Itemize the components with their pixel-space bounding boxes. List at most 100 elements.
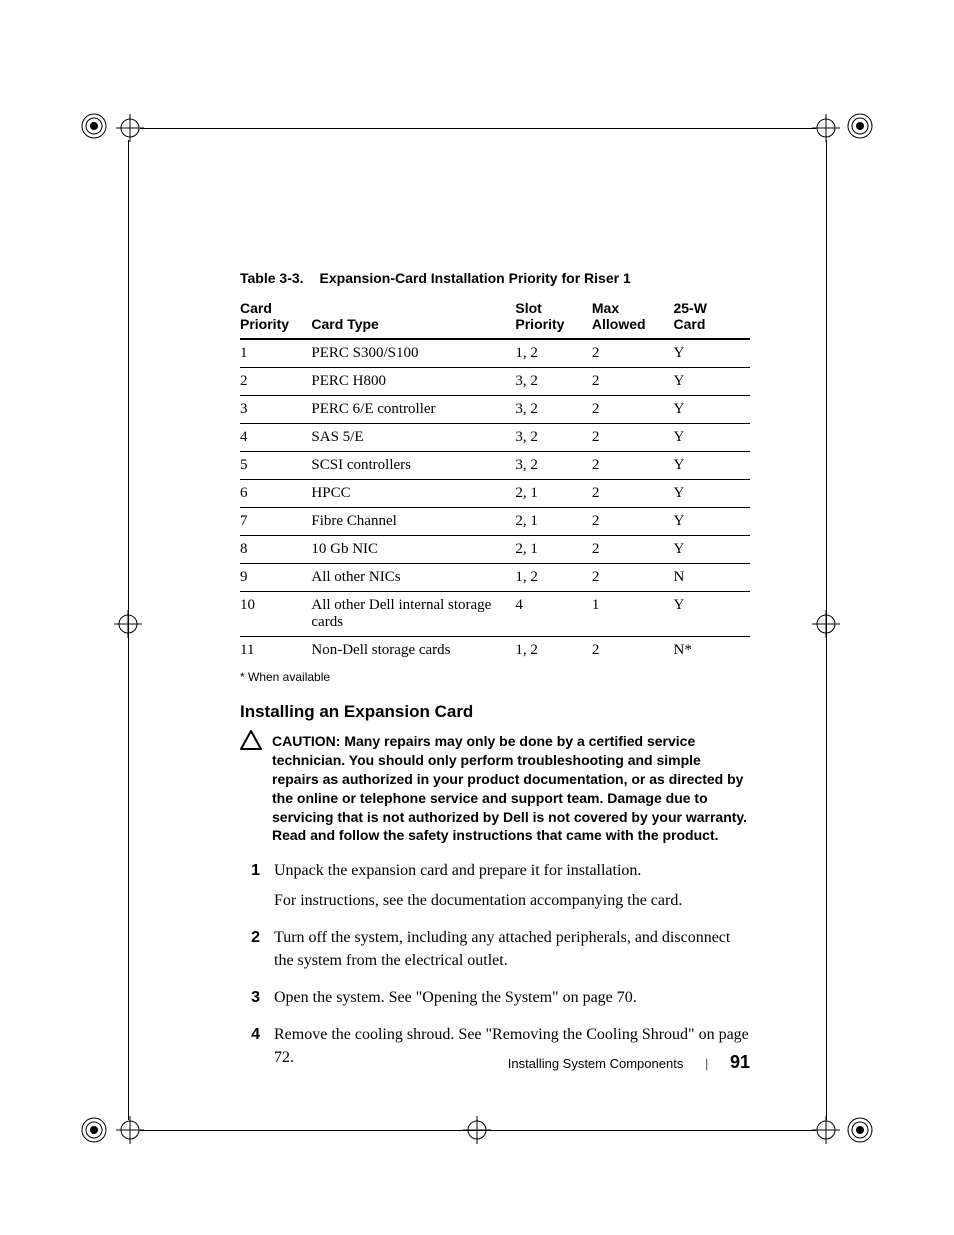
cell-priority: 6 — [240, 480, 311, 508]
caption-number: Table 3-3. — [240, 270, 304, 286]
cell-max: 2 — [592, 536, 674, 564]
bullseye-icon — [80, 1116, 108, 1144]
step-number: 2 — [240, 926, 260, 978]
cell-slot: 1, 2 — [515, 564, 592, 592]
cell-priority: 8 — [240, 536, 311, 564]
table-row: 2PERC H8003, 22Y — [240, 368, 750, 396]
crosshair-icon — [114, 610, 142, 638]
cell-max: 1 — [592, 592, 674, 637]
cell-type: Non-Dell storage cards — [311, 637, 515, 665]
cell-type: PERC H800 — [311, 368, 515, 396]
table-footnote: * When available — [240, 670, 750, 684]
step-list: 1 Unpack the expansion card and prepare i… — [240, 859, 750, 1075]
cell-type: All other NICs — [311, 564, 515, 592]
th-type: Card Type — [311, 296, 515, 339]
cell-type: SAS 5/E — [311, 424, 515, 452]
th-max: Max Allowed — [592, 296, 674, 339]
cell-w25: Y — [673, 339, 750, 368]
bullseye-icon — [846, 1116, 874, 1144]
crosshair-icon — [116, 1116, 144, 1144]
cell-slot: 3, 2 — [515, 452, 592, 480]
table-row: 5SCSI controllers3, 22Y — [240, 452, 750, 480]
table-row: 9All other NICs1, 22N — [240, 564, 750, 592]
step-text: Unpack the expansion card and prepare it… — [274, 859, 682, 882]
footer-separator: | — [705, 1056, 708, 1071]
table-row: 11Non-Dell storage cards1, 22N* — [240, 637, 750, 665]
cell-type: HPCC — [311, 480, 515, 508]
cell-slot: 3, 2 — [515, 424, 592, 452]
crosshair-icon — [463, 1116, 491, 1144]
cell-max: 2 — [592, 424, 674, 452]
cell-max: 2 — [592, 396, 674, 424]
section-heading: Installing an Expansion Card — [240, 702, 750, 722]
step-text: For instructions, see the documentation … — [274, 889, 682, 912]
step-number: 3 — [240, 986, 260, 1015]
step-body: Unpack the expansion card and prepare it… — [274, 859, 682, 917]
table-caption: Table 3-3.Expansion-Card Installation Pr… — [240, 270, 750, 286]
caution-icon — [240, 730, 262, 845]
cell-priority: 11 — [240, 637, 311, 665]
cell-slot: 3, 2 — [515, 396, 592, 424]
cell-priority: 3 — [240, 396, 311, 424]
crop-line-top — [140, 128, 816, 129]
cell-priority: 2 — [240, 368, 311, 396]
cell-w25: Y — [673, 368, 750, 396]
list-item: 1 Unpack the expansion card and prepare i… — [240, 859, 750, 917]
cell-max: 2 — [592, 637, 674, 665]
list-item: 3 Open the system. See "Opening the Syste… — [240, 986, 750, 1015]
bullseye-icon — [846, 112, 874, 140]
th-priority: Card Priority — [240, 296, 311, 339]
cell-slot: 4 — [515, 592, 592, 637]
table-row: 10All other Dell internal storage cards4… — [240, 592, 750, 637]
cell-slot: 2, 1 — [515, 508, 592, 536]
cell-w25: N — [673, 564, 750, 592]
crosshair-icon — [116, 114, 144, 142]
table-row: 4SAS 5/E3, 22Y — [240, 424, 750, 452]
cell-w25: Y — [673, 424, 750, 452]
cell-w25: Y — [673, 452, 750, 480]
cell-type: All other Dell internal storage cards — [311, 592, 515, 637]
cell-w25: Y — [673, 536, 750, 564]
footer-section: Installing System Components — [508, 1056, 684, 1071]
caution-text: CAUTION: Many repairs may only be done b… — [272, 732, 750, 845]
cell-w25: Y — [673, 396, 750, 424]
th-25w: 25-W Card — [673, 296, 750, 339]
table-row: 1PERC S300/S1001, 22Y — [240, 339, 750, 368]
caution-label: CAUTION: — [272, 733, 340, 749]
cell-type: 10 Gb NIC — [311, 536, 515, 564]
table-row: 3PERC 6/E controller3, 22Y — [240, 396, 750, 424]
crosshair-icon — [812, 610, 840, 638]
cell-priority: 9 — [240, 564, 311, 592]
page-number: 91 — [730, 1052, 750, 1072]
cell-priority: 1 — [240, 339, 311, 368]
cell-max: 2 — [592, 452, 674, 480]
cell-slot: 3, 2 — [515, 368, 592, 396]
step-text: Open the system. See "Opening the System… — [274, 986, 637, 1009]
caution-block: CAUTION: Many repairs may only be done b… — [240, 732, 750, 845]
cell-max: 2 — [592, 564, 674, 592]
list-item: 2 Turn off the system, including any atta… — [240, 926, 750, 978]
table-row: 810 Gb NIC2, 12Y — [240, 536, 750, 564]
table-row: 7Fibre Channel2, 12Y — [240, 508, 750, 536]
table-row: 6HPCC2, 12Y — [240, 480, 750, 508]
cell-priority: 7 — [240, 508, 311, 536]
cell-slot: 1, 2 — [515, 339, 592, 368]
cell-priority: 4 — [240, 424, 311, 452]
crosshair-icon — [812, 114, 840, 142]
cell-w25: Y — [673, 480, 750, 508]
step-number: 1 — [240, 859, 260, 917]
cell-priority: 10 — [240, 592, 311, 637]
cell-type: PERC S300/S100 — [311, 339, 515, 368]
step-text: Turn off the system, including any attac… — [274, 926, 750, 972]
bullseye-icon — [80, 112, 108, 140]
cell-type: PERC 6/E controller — [311, 396, 515, 424]
cell-type: Fibre Channel — [311, 508, 515, 536]
cell-max: 2 — [592, 368, 674, 396]
step-body: Turn off the system, including any attac… — [274, 926, 750, 978]
page-footer: Installing System Components | 91 — [240, 1052, 750, 1073]
cell-priority: 5 — [240, 452, 311, 480]
th-slot: Slot Priority — [515, 296, 592, 339]
cell-w25: Y — [673, 592, 750, 637]
cell-slot: 2, 1 — [515, 480, 592, 508]
cell-slot: 1, 2 — [515, 637, 592, 665]
